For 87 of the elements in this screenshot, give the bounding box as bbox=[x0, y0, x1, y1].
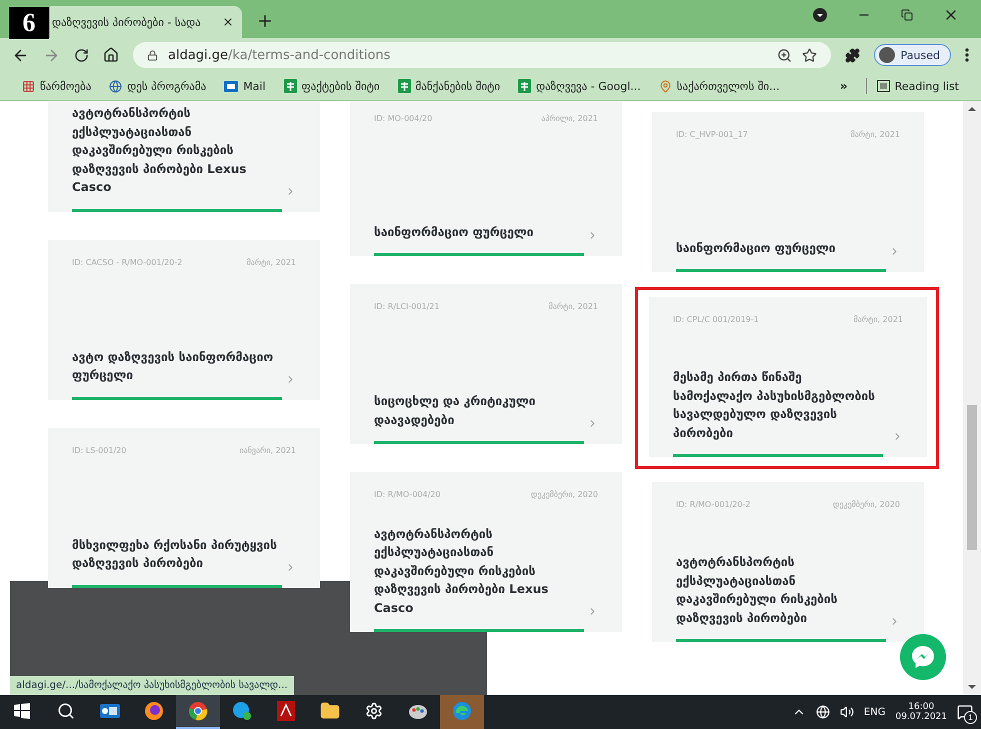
document-date: იანვარი, 2021 bbox=[240, 446, 296, 454]
sheet-icon bbox=[518, 79, 532, 93]
home-button[interactable] bbox=[103, 47, 119, 63]
sheet-icon bbox=[284, 79, 297, 93]
document-id: ID: LS-001/20 bbox=[72, 446, 126, 454]
document-date: დეკემბერი, 2020 bbox=[530, 490, 598, 499]
language-indicator[interactable]: ENG bbox=[864, 706, 886, 718]
chat-icon bbox=[909, 643, 937, 671]
scroll-up-icon[interactable] bbox=[968, 107, 976, 111]
globe-icon bbox=[109, 80, 122, 92]
document-id: ID: CPL/C 001/2019-1 bbox=[673, 315, 759, 324]
profile-button[interactable]: Paused bbox=[874, 44, 951, 66]
sheet-icon bbox=[398, 79, 411, 93]
document-title: ავტოტრანსპორტის ექსპლუატაციასთან დაკავშირებული რისკების დაზღვევის პირობები Lexus Casco bbox=[374, 526, 550, 616]
star-icon[interactable] bbox=[802, 48, 817, 62]
settings-icon bbox=[365, 702, 383, 720]
address-bar[interactable]: aldagi.ge/ka/terms-and-conditions bbox=[133, 42, 831, 68]
document-date: მარტი, 2021 bbox=[548, 302, 598, 311]
lock-icon bbox=[147, 50, 158, 60]
document-title: ავტო დაზღვევის საინფორმაციო ფურცელი bbox=[72, 348, 274, 384]
more-bookmarks-button[interactable]: » bbox=[840, 79, 848, 93]
document-title: საინფორმაციო ფურცელი bbox=[676, 240, 837, 257]
menu-button[interactable] bbox=[965, 48, 969, 62]
document-date: მარტი, 2021 bbox=[850, 130, 900, 139]
bookmark-link[interactable]: ფაქტების შიტი bbox=[284, 79, 380, 93]
bookmark-link[interactable]: მანქანების შიტი bbox=[398, 79, 500, 93]
close-tab-button[interactable] bbox=[222, 16, 234, 28]
taskbar-app[interactable] bbox=[176, 695, 220, 729]
document-card[interactable]: ID: R/LCI-001/21 მარტი, 2021 სიცოცხლე და კრიტიკული დაავადებები bbox=[350, 284, 622, 444]
restore-button[interactable] bbox=[901, 9, 913, 21]
chat-icon bbox=[232, 701, 252, 721]
zoom-icon[interactable] bbox=[776, 48, 792, 62]
document-card[interactable]: ID: R/MO-004/20 დეკემბერი, 2020 ავტოტრანსპორტის ექსპლუატაციასთან დაკავშირებული რისკების დაზღვევის პირობები Lexus Casco bbox=[350, 472, 622, 632]
pin-icon bbox=[658, 80, 672, 92]
document-id: ID: MO-004/20 bbox=[374, 114, 432, 123]
document-title: ავტოტრანსპორტის ექსპლუატაციასთან დაკავშირებული რისკების დაზღვევის პირობები bbox=[676, 554, 838, 627]
reload-button[interactable] bbox=[74, 48, 89, 62]
document-title: სიცოცხლე და კრიტიკული დაავადებები bbox=[374, 393, 537, 429]
document-card[interactable]: ID: LS-001/20 იანვარი, 2021 მსხვილფეხა რქოსანი პირუტყვის დაზღვევის პირობები bbox=[48, 428, 320, 588]
browser-tab[interactable]: დაზღვევის პირობები - სადა bbox=[50, 6, 242, 38]
folder-icon bbox=[320, 701, 340, 721]
scroll-thumb[interactable] bbox=[967, 405, 977, 550]
scrollbar[interactable] bbox=[963, 101, 981, 695]
extensions-button[interactable] bbox=[844, 48, 860, 62]
document-id: ID: R/MO-004/20 bbox=[374, 490, 440, 499]
search-icon bbox=[57, 702, 75, 720]
document-title: საინფორმაციო ფურცელი bbox=[374, 224, 535, 241]
bookmark-link[interactable]: წარმოება bbox=[22, 80, 92, 92]
globe-icon[interactable] bbox=[816, 705, 830, 719]
bookmark-link[interactable]: Mail bbox=[224, 80, 266, 92]
browser-icon bbox=[144, 701, 164, 721]
chat-button[interactable] bbox=[900, 634, 946, 680]
figure-label: 6 bbox=[9, 7, 49, 39]
document-card[interactable]: ID: R/MO-001/20-2 დეკემბერი, 2020 ავტოტრანსპორტის ექსპლუატაციასთან დაკავშირებული რისკების დაზღვევის პირობები bbox=[652, 482, 924, 642]
bookmark-link[interactable]: დაზღვევა - Googl... bbox=[518, 79, 641, 93]
document-id: ID: R/LCI-001/21 bbox=[374, 302, 440, 311]
reading-list-button[interactable]: Reading list bbox=[876, 80, 959, 92]
scroll-down-icon[interactable] bbox=[968, 685, 976, 689]
document-card[interactable]: ID: CPL/C 001/2019-1 მარტი, 2021 მესამე პირთა წინაშე სამოქალაქო პასუხისმგებლობის სავალდებულო დაზღვევის პირობები bbox=[649, 297, 927, 457]
document-title: მსხვილფეხა რქოსანი პირუტყვის დაზღვევის პირობები bbox=[72, 536, 277, 572]
document-card[interactable]: ავტოტრანსპორტის ექსპლუატაციასთან დაკავშირებული რისკების დაზღვევის პირობები Lexus Casco bbox=[48, 101, 320, 212]
mail-icon bbox=[224, 80, 238, 92]
document-date: აპრილი, 2021 bbox=[541, 114, 598, 123]
document-icon bbox=[277, 701, 295, 721]
document-card[interactable]: ID: CACSO - R/MO-001/20-2 მარტი, 2021 ავტო დაზღვევის საინფორმაციო ფურცელი bbox=[48, 240, 320, 400]
speaker-icon[interactable] bbox=[840, 705, 854, 719]
document-id: ID: R/MO-001/20-2 bbox=[676, 500, 750, 509]
windows-icon bbox=[14, 703, 30, 719]
browser-icon bbox=[188, 701, 208, 721]
document-date: მარტი, 2021 bbox=[854, 315, 903, 324]
document-id: ID: C_HVP-001_17 bbox=[676, 130, 748, 139]
bookmark-link[interactable]: დეს პროგრამა bbox=[109, 80, 206, 92]
apps-icon bbox=[22, 80, 35, 92]
document-date: მარტი, 2021 bbox=[246, 258, 296, 266]
document-title: მესამე პირთა წინაშე სამოქალაქო პასუხისმგებლობის სავალდებულო დაზღვევის პირობები bbox=[673, 369, 876, 442]
document-card[interactable]: ID: MO-004/20 აპრილი, 2021 საინფორმაციო ფურცელი bbox=[350, 101, 622, 256]
document-date: დეკემბერი, 2020 bbox=[832, 500, 900, 509]
bookmark-link[interactable]: საქართველოს ში... bbox=[658, 80, 780, 92]
mail-icon bbox=[100, 702, 120, 720]
profile-menu-button[interactable] bbox=[813, 8, 827, 22]
menu-icon bbox=[965, 48, 969, 62]
browser-icon bbox=[452, 701, 472, 721]
document-title: ავტოტრანსპორტის ექსპლუატაციასთან დაკავშირებული რისკების დაზღვევის პირობები Lexus Casco bbox=[72, 105, 248, 196]
new-tab-button[interactable] bbox=[256, 12, 274, 30]
document-id: ID: CACSO - R/MO-001/20-2 bbox=[72, 258, 182, 266]
list-icon bbox=[876, 80, 890, 92]
clock[interactable]: 16:00 09.07.2021 bbox=[895, 702, 947, 722]
